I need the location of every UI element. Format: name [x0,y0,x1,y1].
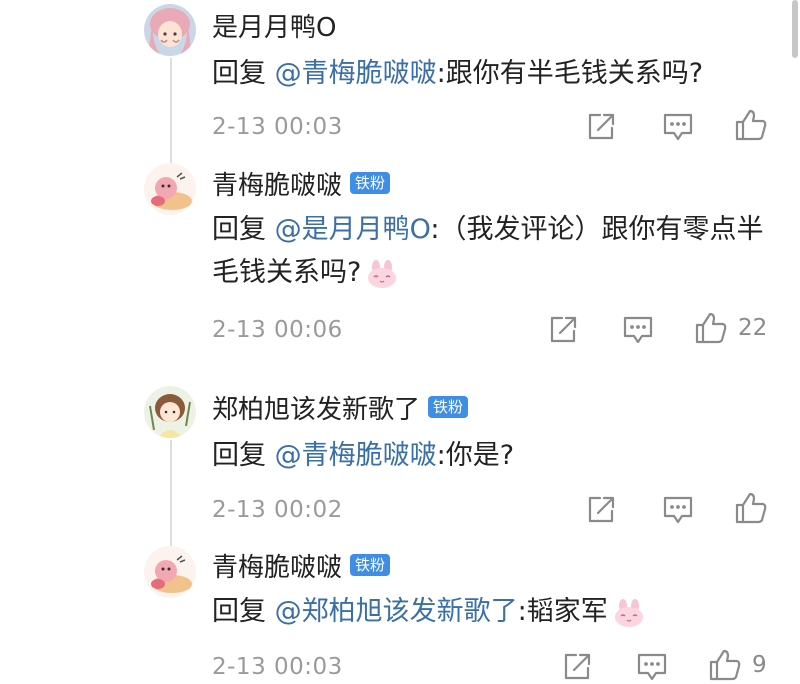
thumbs-up-icon [735,492,767,524]
reply-prefix: 回复 [212,58,275,89]
comment-button[interactable] [636,650,668,684]
comment-icon [623,316,653,344]
mention-link[interactable]: @青梅脆啵啵 [275,58,437,89]
reply-prefix: 回复 [212,214,275,245]
comment-username[interactable]: 郑柏旭该发新歌了 铁粉 [212,389,469,426]
anime-girl-avatar-icon [144,4,196,56]
avatar[interactable] [144,546,196,598]
avatar[interactable] [144,163,196,215]
bunny-emoji-icon [368,259,397,288]
share-icon [588,496,615,523]
fan-badge: 铁粉 [428,396,469,418]
share-icon [564,653,591,680]
comment-body: :韬家军 [517,596,608,627]
timestamp: 2-13 00:03 [212,114,343,140]
like-count: 22 [738,315,768,341]
cartoon-girl-avatar-icon [144,386,196,438]
username-text[interactable]: 青梅脆啵啵 [212,547,342,584]
fan-badge: 铁粉 [350,172,391,194]
bunny-emoji-icon [614,598,643,627]
comment-button[interactable] [622,313,654,347]
avatar[interactable] [144,386,196,438]
comment-username[interactable]: 是月月鸭O [212,7,336,44]
timestamp: 2-13 00:02 [212,497,343,523]
scrollbar[interactable] [792,0,798,58]
mention-link[interactable]: @青梅脆啵啵 [275,440,437,471]
like-count: 9 [752,652,767,678]
mention-link[interactable]: @郑柏旭该发新歌了 [275,596,518,627]
thumbs-up-icon [709,649,741,681]
pink-character-avatar-icon [144,546,196,598]
timestamp: 2-13 00:03 [212,654,343,680]
share-button[interactable] [586,493,616,527]
like-button[interactable]: 9 [708,648,767,682]
like-button[interactable] [734,491,778,525]
pink-character-avatar-icon [144,163,196,215]
comment-text: 回复 @郑柏旭该发新歌了:韬家军 [212,590,782,633]
comment-button[interactable] [662,493,694,527]
timestamp: 2-13 00:06 [212,317,343,343]
thumbs-up-icon [695,312,727,344]
thread-line [170,440,172,546]
username-text[interactable]: 是月月鸭O [212,7,336,44]
share-button[interactable] [548,313,578,347]
comment-text: 回复 @青梅脆啵啵:你是? [212,434,782,477]
like-button[interactable] [734,108,778,142]
comment-icon [663,496,693,524]
comment-icon [663,113,693,141]
share-button[interactable] [562,650,592,684]
share-button[interactable] [586,110,616,144]
comment-body: :跟你有半毛钱关系吗? [436,58,704,89]
comment-username[interactable]: 青梅脆啵啵 铁粉 [212,547,391,584]
avatar[interactable] [144,4,196,56]
reply-prefix: 回复 [212,440,275,471]
comment-icon [637,653,667,681]
comment-button[interactable] [662,110,694,144]
like-button[interactable]: 22 [694,311,767,345]
mention-link[interactable]: @是月月鸭O [275,214,431,245]
comment-text: 回复 @是月月鸭O:（我发评论）跟你有零点半毛钱关系吗? [212,208,782,294]
reply-prefix: 回复 [212,596,275,627]
comment-text: 回复 @青梅脆啵啵:跟你有半毛钱关系吗? [212,52,782,95]
thumbs-up-icon [735,109,767,141]
comment-username[interactable]: 青梅脆啵啵 铁粉 [212,165,391,202]
fan-badge: 铁粉 [350,554,391,576]
share-icon [588,113,615,140]
thread-line [170,58,172,166]
username-text[interactable]: 郑柏旭该发新歌了 [212,389,420,426]
username-text[interactable]: 青梅脆啵啵 [212,165,342,202]
share-icon [550,316,577,343]
comment-body: :你是? [436,440,515,471]
